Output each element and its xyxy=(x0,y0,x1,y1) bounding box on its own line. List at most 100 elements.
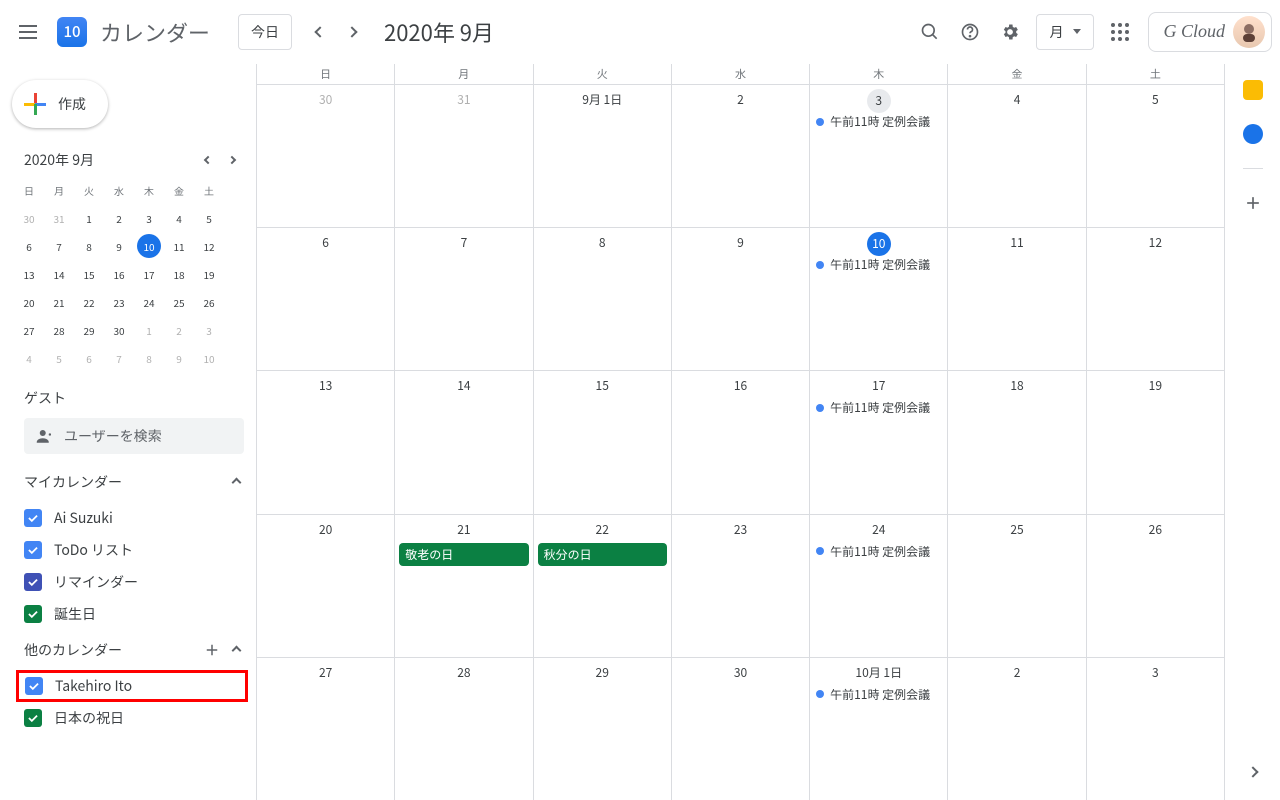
day-cell[interactable]: 2 xyxy=(672,85,810,227)
mini-day[interactable]: 22 xyxy=(74,288,104,316)
add-addon-icon[interactable] xyxy=(1243,193,1263,213)
day-cell[interactable]: 8 xyxy=(534,228,672,370)
calendar-item[interactable]: 誕生日 xyxy=(0,598,256,630)
mini-day[interactable]: 24 xyxy=(134,288,164,316)
main-menu-button[interactable] xyxy=(8,12,48,52)
calendar-item[interactable]: Ai Suzuki xyxy=(0,502,256,534)
mini-day[interactable]: 9 xyxy=(104,232,134,260)
create-button[interactable]: 作成 xyxy=(12,80,108,128)
mini-day[interactable]: 10 xyxy=(194,344,224,372)
day-cell[interactable]: 27 xyxy=(257,658,395,800)
search-button[interactable] xyxy=(910,12,950,52)
day-cell[interactable]: 7 xyxy=(395,228,533,370)
mini-day[interactable]: 18 xyxy=(164,260,194,288)
mini-day[interactable]: 4 xyxy=(14,344,44,372)
mini-next-button[interactable] xyxy=(220,148,244,172)
mini-day[interactable]: 6 xyxy=(74,344,104,372)
keep-icon[interactable] xyxy=(1243,80,1263,100)
day-cell[interactable]: 20 xyxy=(257,515,395,657)
day-cell[interactable]: 3午前11時 定例会議 xyxy=(810,85,948,227)
day-cell[interactable]: 25 xyxy=(948,515,1086,657)
settings-button[interactable] xyxy=(990,12,1030,52)
mini-day[interactable]: 2 xyxy=(164,316,194,344)
day-cell[interactable]: 11 xyxy=(948,228,1086,370)
support-button[interactable] xyxy=(950,12,990,52)
day-cell[interactable]: 14 xyxy=(395,371,533,513)
account-switcher[interactable]: G Cloud xyxy=(1148,12,1272,52)
mini-day[interactable]: 16 xyxy=(104,260,134,288)
day-cell[interactable]: 16 xyxy=(672,371,810,513)
day-cell[interactable]: 19 xyxy=(1087,371,1224,513)
people-search[interactable]: ユーザーを検索 xyxy=(24,418,244,454)
mini-day[interactable]: 30 xyxy=(104,316,134,344)
day-cell[interactable]: 30 xyxy=(257,85,395,227)
holiday-event[interactable]: 敬老の日 xyxy=(399,543,528,566)
mini-day[interactable]: 8 xyxy=(74,232,104,260)
calendar-item[interactable]: 日本の祝日 xyxy=(0,702,256,734)
mini-day[interactable]: 30 xyxy=(14,204,44,232)
next-period-button[interactable] xyxy=(336,16,368,48)
day-cell[interactable]: 24午前11時 定例会議 xyxy=(810,515,948,657)
hide-panel-button[interactable] xyxy=(1233,752,1273,792)
today-button[interactable]: 今日 xyxy=(238,14,292,50)
mini-day[interactable]: 1 xyxy=(74,204,104,232)
day-cell[interactable]: 17午前11時 定例会議 xyxy=(810,371,948,513)
day-cell[interactable]: 10月 1日午前11時 定例会議 xyxy=(810,658,948,800)
other-calendars-header[interactable]: 他のカレンダー xyxy=(0,630,256,670)
event-item[interactable]: 午前11時 定例会議 xyxy=(812,254,945,275)
mini-day[interactable]: 6 xyxy=(14,232,44,260)
event-item[interactable]: 午前11時 定例会議 xyxy=(812,397,945,418)
day-cell[interactable]: 5 xyxy=(1087,85,1224,227)
mini-day[interactable]: 19 xyxy=(194,260,224,288)
calendar-item[interactable]: Takehiro Ito xyxy=(16,670,248,702)
mini-day[interactable]: 4 xyxy=(164,204,194,232)
tasks-icon[interactable] xyxy=(1243,124,1263,144)
day-cell[interactable]: 3 xyxy=(1087,658,1224,800)
view-switcher[interactable]: 月 xyxy=(1036,14,1094,50)
mini-day[interactable]: 23 xyxy=(104,288,134,316)
day-cell[interactable]: 26 xyxy=(1087,515,1224,657)
mini-day[interactable]: 27 xyxy=(14,316,44,344)
google-apps-button[interactable] xyxy=(1100,12,1140,52)
mini-day[interactable]: 14 xyxy=(44,260,74,288)
mini-day[interactable]: 7 xyxy=(44,232,74,260)
day-cell[interactable]: 12 xyxy=(1087,228,1224,370)
mini-prev-button[interactable] xyxy=(196,148,220,172)
mini-day[interactable]: 12 xyxy=(194,232,224,260)
mini-day[interactable]: 28 xyxy=(44,316,74,344)
mini-day[interactable]: 26 xyxy=(194,288,224,316)
day-cell[interactable]: 10午前11時 定例会議 xyxy=(810,228,948,370)
mini-day[interactable]: 29 xyxy=(74,316,104,344)
mini-day[interactable]: 5 xyxy=(194,204,224,232)
add-icon[interactable] xyxy=(203,641,221,659)
mini-day[interactable]: 13 xyxy=(14,260,44,288)
mini-day[interactable]: 7 xyxy=(104,344,134,372)
day-cell[interactable]: 22秋分の日 xyxy=(534,515,672,657)
event-item[interactable]: 午前11時 定例会議 xyxy=(812,541,945,562)
day-cell[interactable]: 31 xyxy=(395,85,533,227)
day-cell[interactable]: 28 xyxy=(395,658,533,800)
mini-day[interactable]: 2 xyxy=(104,204,134,232)
day-cell[interactable]: 9 xyxy=(672,228,810,370)
mini-day[interactable]: 3 xyxy=(134,204,164,232)
day-cell[interactable]: 30 xyxy=(672,658,810,800)
mini-day[interactable]: 8 xyxy=(134,344,164,372)
mini-day[interactable]: 9 xyxy=(164,344,194,372)
event-item[interactable]: 午前11時 定例会議 xyxy=(812,684,945,705)
day-cell[interactable]: 29 xyxy=(534,658,672,800)
mini-day[interactable]: 20 xyxy=(14,288,44,316)
mini-day[interactable]: 17 xyxy=(134,260,164,288)
event-item[interactable]: 午前11時 定例会議 xyxy=(812,111,945,132)
mini-day[interactable]: 10 xyxy=(137,234,161,258)
day-cell[interactable]: 9月 1日 xyxy=(534,85,672,227)
holiday-event[interactable]: 秋分の日 xyxy=(538,543,667,566)
day-cell[interactable]: 23 xyxy=(672,515,810,657)
day-cell[interactable]: 21敬老の日 xyxy=(395,515,533,657)
mini-day[interactable]: 25 xyxy=(164,288,194,316)
mini-day[interactable]: 31 xyxy=(44,204,74,232)
calendar-item[interactable]: リマインダー xyxy=(0,566,256,598)
day-cell[interactable]: 6 xyxy=(257,228,395,370)
day-cell[interactable]: 13 xyxy=(257,371,395,513)
mini-day[interactable]: 3 xyxy=(194,316,224,344)
day-cell[interactable]: 15 xyxy=(534,371,672,513)
